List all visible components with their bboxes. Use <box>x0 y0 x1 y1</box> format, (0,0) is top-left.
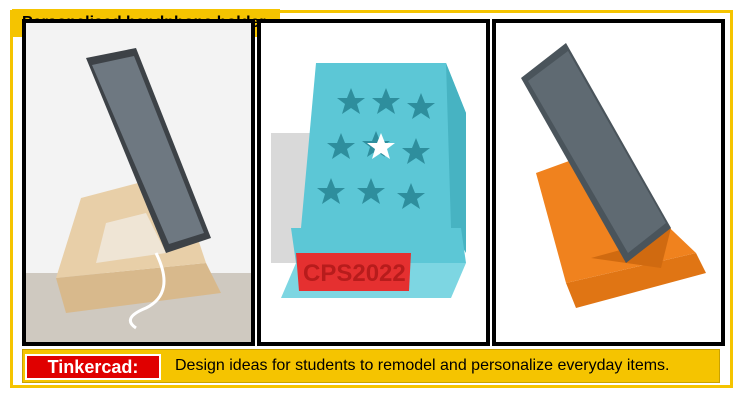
render-orange-holder-with-phone <box>492 19 725 346</box>
caption-bar: Tinkercad: Design ideas for students to … <box>22 349 720 383</box>
star-holder-illustration: CPS2022 <box>261 23 486 342</box>
tinkercad-badge: Tinkercad: <box>25 354 161 380</box>
wooden-holder-illustration <box>26 23 251 342</box>
orange-holder-illustration <box>496 23 721 342</box>
caption-text: Design ideas for students to remodel and… <box>175 357 670 374</box>
embossed-text: CPS2022 <box>303 260 406 287</box>
tinkercad-render-star-holder: CPS2022 <box>257 19 490 346</box>
photo-wooden-holder-with-phone <box>22 19 255 346</box>
